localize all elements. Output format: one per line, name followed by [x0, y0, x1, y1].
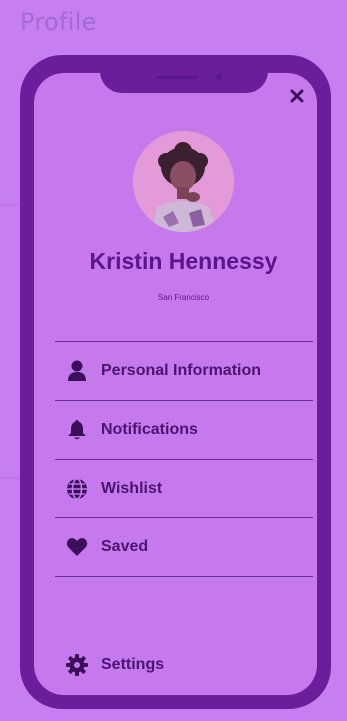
heart-icon: [65, 535, 89, 559]
avatar-image: [133, 131, 234, 232]
bell-icon: [65, 418, 89, 442]
gear-icon: [65, 653, 89, 677]
menu-item-label: Notifications: [101, 421, 198, 438]
close-button[interactable]: [287, 86, 307, 106]
menu-item-wishlist[interactable]: Wishlist: [55, 460, 313, 518]
globe-icon: [65, 477, 89, 501]
phone-notch: [100, 55, 268, 93]
speaker-icon: [156, 76, 198, 79]
menu-item-personal-information[interactable]: Personal Information: [55, 342, 313, 400]
profile-location: San Francisco: [157, 293, 210, 302]
camera-icon: [216, 74, 222, 80]
menu-item-label: Personal Information: [101, 362, 262, 379]
user-icon: [65, 359, 89, 383]
settings-label: Settings: [101, 656, 165, 673]
menu-item-notifications[interactable]: Notifications: [55, 401, 313, 459]
page-title: Profile: [20, 8, 97, 36]
profile-name: Kristin Hennessy: [89, 248, 278, 274]
divider: [55, 576, 313, 577]
avatar: [133, 131, 234, 232]
close-icon: [290, 89, 304, 103]
menu-item-label: Wishlist: [101, 480, 163, 497]
settings-button[interactable]: Settings: [55, 636, 313, 694]
menu-item-saved[interactable]: Saved: [55, 518, 313, 576]
menu-item-label: Saved: [101, 538, 149, 555]
